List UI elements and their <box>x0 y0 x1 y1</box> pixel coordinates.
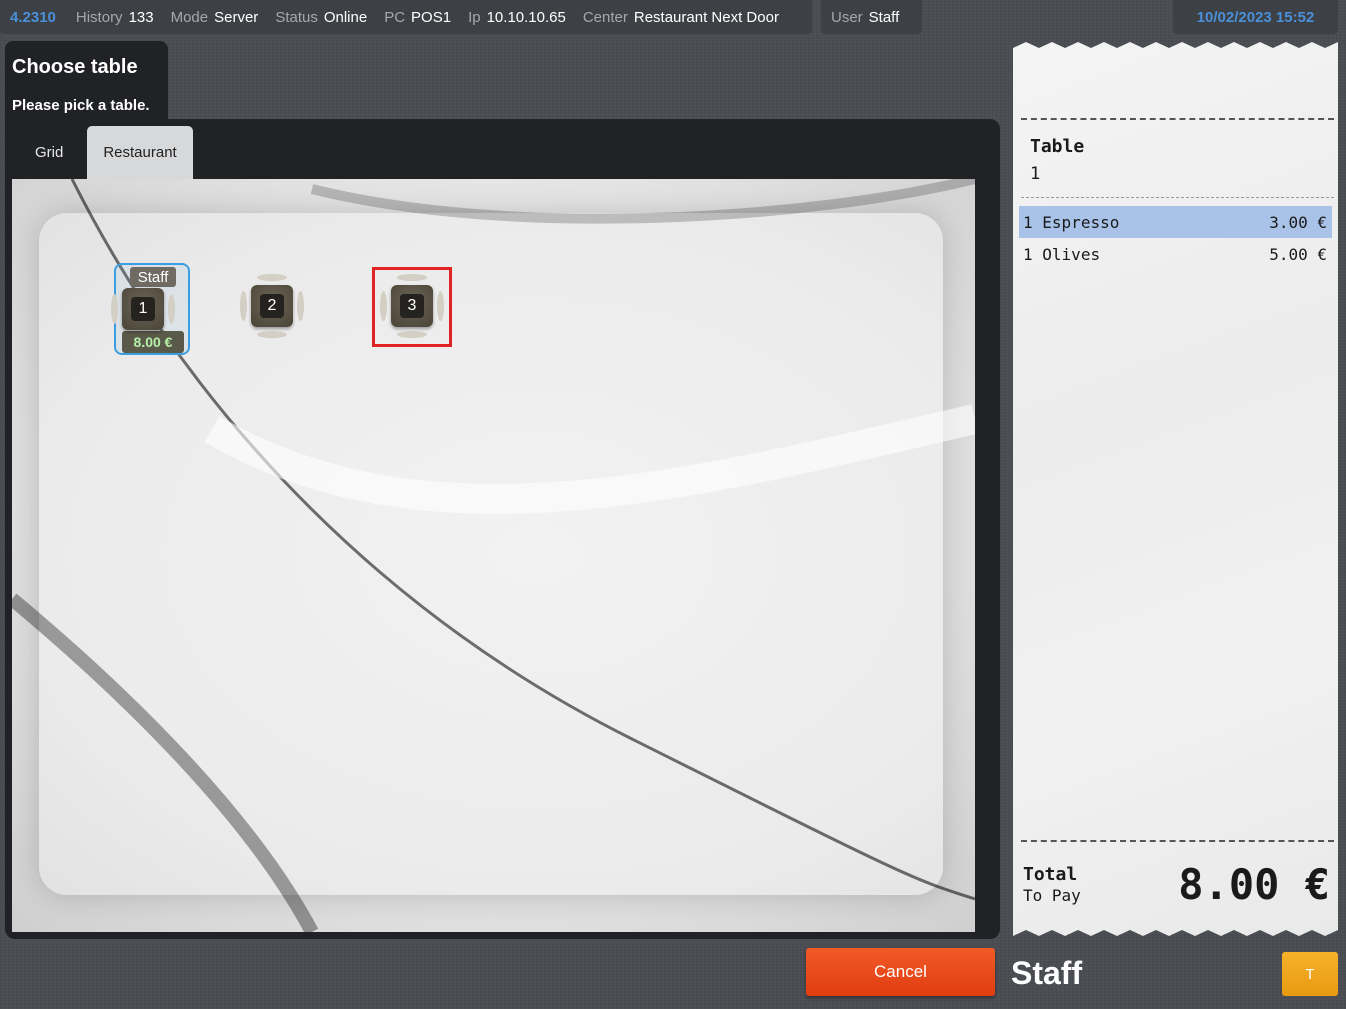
tab-restaurant[interactable]: Restaurant <box>87 126 193 179</box>
restaurant-floor: Staff 8.00 € 1 2 3 <box>12 179 975 932</box>
line-name: Espresso <box>1042 212 1120 232</box>
table-icon: 2 <box>251 285 293 327</box>
receipt-divider <box>1021 840 1334 842</box>
center-label: Center <box>582 8 628 26</box>
status-value: Online <box>323 8 368 26</box>
tab-grid[interactable]: Grid <box>11 126 87 179</box>
user-label: User <box>831 8 863 26</box>
user-info-block: User Staff <box>821 0 922 34</box>
table-number: 1 <box>131 297 155 321</box>
chair-icon <box>257 331 287 338</box>
page-subtitle: Please pick a table. <box>12 97 150 114</box>
table-3-highlight-box <box>372 267 452 347</box>
page-title: Choose table <box>12 56 138 78</box>
history-label: History <box>75 8 123 26</box>
history-value: 133 <box>128 8 154 26</box>
chair-icon <box>257 274 287 281</box>
receipt-lines: 1 Espresso 3.00 € 1 Olives 5.00 € <box>1019 206 1332 270</box>
chair-icon <box>168 294 175 324</box>
current-staff-name: Staff <box>1011 955 1083 991</box>
page-header: Choose table Please pick a table. <box>5 41 168 121</box>
receipt-line-item: 1 Espresso <box>1023 213 1119 232</box>
chair-icon <box>297 291 304 321</box>
mode-value: Server <box>214 8 259 26</box>
line-price: 5.00 € <box>1269 244 1327 264</box>
to-pay-label: To Pay <box>1023 886 1081 905</box>
table-picker-panel: Grid Restaurant Staff 8.00 € 1 2 3 <box>5 119 1000 939</box>
datetime-block: 10/02/2023 15:52 <box>1173 0 1338 34</box>
table-icon: 1 <box>122 288 164 330</box>
table-1[interactable]: 1 <box>111 279 175 339</box>
receipt-table-label: Table <box>1030 136 1085 157</box>
datetime: 10/02/2023 15:52 <box>1196 8 1315 26</box>
version-label: 4.2310 <box>10 8 56 26</box>
pc-value: POS1 <box>411 8 452 26</box>
receipt-line[interactable]: 1 Olives 5.00 € <box>1019 238 1332 270</box>
table-number: 2 <box>260 294 284 318</box>
line-price: 3.00 € <box>1269 212 1327 232</box>
chair-icon <box>240 291 247 321</box>
receipt-divider <box>1021 118 1334 120</box>
order-receipt: Table 1 1 Espresso 3.00 € 1 Olives 5.00 … <box>1013 42 1338 936</box>
line-qty: 1 <box>1023 212 1033 232</box>
status-info-block: 4.2310 History 133 Mode Server Status On… <box>0 0 812 34</box>
center-value: Restaurant Next Door <box>633 8 779 26</box>
pc-label: PC <box>384 8 406 26</box>
table-2[interactable]: 2 <box>240 274 304 338</box>
mode-label: Mode <box>170 8 209 26</box>
receipt-line[interactable]: 1 Espresso 3.00 € <box>1019 206 1332 238</box>
chair-icon <box>111 294 118 324</box>
receipt-divider <box>1021 197 1334 198</box>
user-value: Staff <box>868 8 900 26</box>
ip-label: Ip <box>468 8 481 26</box>
receipt-line-item: 1 Olives <box>1023 245 1100 264</box>
line-name: Olives <box>1042 244 1101 264</box>
user-button[interactable]: T <box>1282 952 1338 996</box>
line-qty: 1 <box>1023 244 1033 264</box>
total-amount: 8.00 € <box>1178 860 1330 909</box>
receipt-table-number: 1 <box>1030 164 1041 184</box>
total-label: Total <box>1023 864 1078 885</box>
cancel-button[interactable]: Cancel <box>806 948 995 996</box>
status-label: Status <box>275 8 318 26</box>
ip-value: 10.10.10.65 <box>486 8 566 26</box>
view-tabs: Grid Restaurant <box>11 126 193 179</box>
